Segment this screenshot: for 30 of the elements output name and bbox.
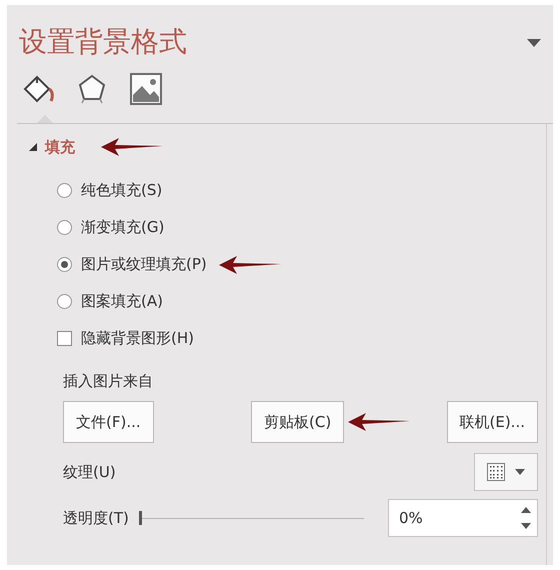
checkbox-label[interactable]: 隐藏背景图形(H): [81, 329, 194, 348]
checkbox[interactable]: [57, 331, 72, 346]
spin-arrows-icon: [521, 505, 531, 531]
pentagon-icon: [76, 73, 108, 105]
image-icon: [130, 73, 162, 105]
section-label: 插入图片来自: [63, 372, 153, 390]
radio-label[interactable]: 纯色填充(S): [81, 181, 162, 200]
radio-label[interactable]: 图案填充(A): [81, 292, 163, 311]
radio-button[interactable]: [57, 257, 72, 272]
pane-title: 设置背景格式: [19, 25, 187, 59]
radio-label[interactable]: 图片或纹理填充(P): [81, 255, 207, 274]
insert-button[interactable]: 联机(E)...: [446, 401, 538, 443]
radio-button[interactable]: [57, 294, 72, 309]
transparency-label: 透明度(T): [63, 508, 129, 528]
radio-button[interactable]: [57, 220, 72, 235]
insert-button[interactable]: 剪贴板(C): [251, 401, 344, 443]
texture-dropdown[interactable]: [474, 453, 538, 491]
paint-bucket-icon: [21, 73, 55, 105]
collapse-triangle-icon[interactable]: [29, 143, 37, 151]
caret-icon: [515, 469, 525, 475]
transparency-spinner[interactable]: 0%: [388, 499, 538, 537]
tab-pointer-notch: [37, 115, 53, 123]
transparency-slider[interactable]: [138, 511, 364, 525]
section-heading[interactable]: 填充: [45, 138, 75, 156]
texture-swatch-icon: [487, 463, 505, 481]
insert-button[interactable]: 文件(F)...: [63, 401, 154, 443]
radio-button[interactable]: [57, 183, 72, 198]
dropdown-caret-icon[interactable]: [527, 39, 541, 47]
radio-label[interactable]: 渐变填充(G): [81, 218, 164, 237]
texture-label: 纹理(U): [63, 462, 116, 482]
